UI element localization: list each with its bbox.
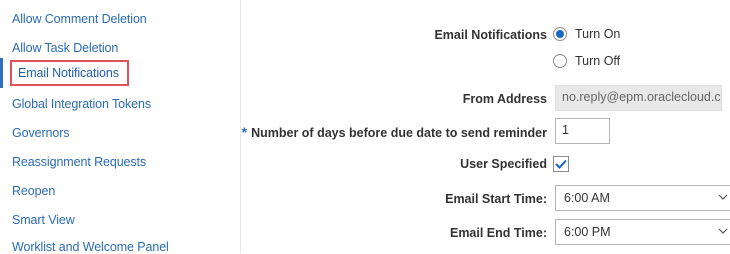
- sidebar-item-reopen[interactable]: Reopen: [12, 184, 55, 198]
- email-start-time-select[interactable]: 6:00 AM: [555, 185, 730, 211]
- sidebar-item-email-notifications[interactable]: Email Notifications: [10, 60, 129, 86]
- email-start-time-label: Email Start Time:: [445, 192, 547, 206]
- required-marker: *: [241, 124, 248, 140]
- email-end-time-select[interactable]: 6:00 PM: [555, 219, 730, 245]
- sidebar-item-global-integration-tokens[interactable]: Global Integration Tokens: [12, 97, 151, 111]
- from-address-label: From Address: [462, 92, 547, 106]
- radio-button[interactable]: [553, 54, 567, 68]
- sidebar-item-smart-view[interactable]: Smart View: [12, 213, 75, 227]
- radio-turn-on[interactable]: Turn On: [553, 27, 620, 41]
- chevron-down-icon: [718, 228, 728, 234]
- sidebar-item-governors[interactable]: Governors: [12, 126, 70, 140]
- days-before-due-label: * Number of days before due date to send …: [242, 124, 547, 140]
- radio-turn-off-label: Turn Off: [575, 54, 621, 68]
- days-before-due-text: Number of days before due date to send r…: [251, 126, 547, 140]
- user-specified-checkbox[interactable]: [553, 156, 569, 172]
- chevron-down-icon: [718, 194, 728, 200]
- check-icon: [555, 159, 567, 169]
- email-end-time-value: 6:00 PM: [564, 225, 611, 239]
- radio-button-selected[interactable]: [553, 27, 567, 41]
- user-specified-label: User Specified: [460, 157, 547, 171]
- radio-turn-on-label: Turn On: [575, 27, 621, 41]
- from-address-field: no.reply@epm.oraclecloud.com: [555, 85, 722, 111]
- active-indicator: [0, 58, 3, 88]
- sidebar-item-allow-task-deletion[interactable]: Allow Task Deletion: [12, 41, 118, 55]
- email-end-time-label: Email End Time:: [449, 226, 547, 240]
- sidebar-item-reassignment-requests[interactable]: Reassignment Requests: [12, 155, 146, 169]
- days-before-due-input[interactable]: 1: [555, 118, 610, 144]
- email-start-time-value: 6:00 AM: [564, 191, 610, 205]
- email-notifications-label: Email Notifications: [434, 28, 547, 42]
- sidebar-item-worklist-and-welcome-panel[interactable]: Worklist and Welcome Panel: [12, 240, 169, 254]
- radio-turn-off[interactable]: Turn Off: [553, 54, 620, 68]
- sidebar-item-allow-comment-deletion[interactable]: Allow Comment Deletion: [12, 12, 147, 26]
- settings-sidebar: Allow Comment Deletion Allow Task Deleti…: [0, 0, 236, 254]
